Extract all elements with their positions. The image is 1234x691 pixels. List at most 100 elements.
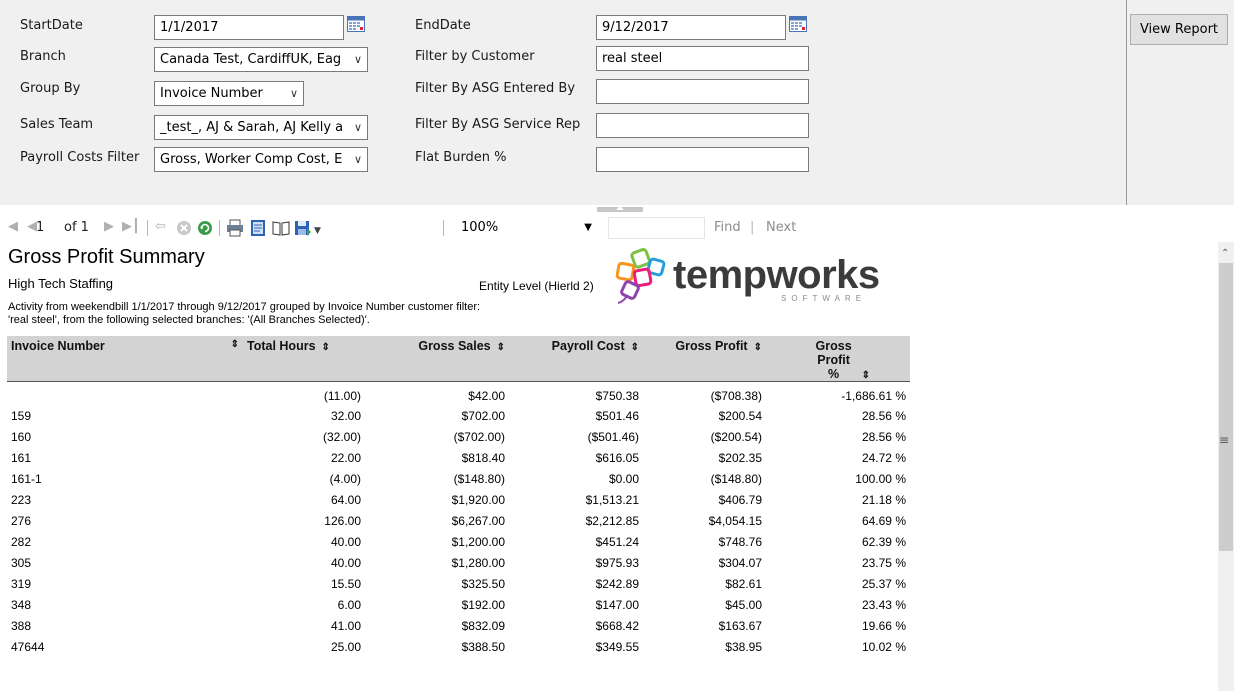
cell-gross-profit: $304.07 [718,556,762,570]
cell-gross-sales: $1,200.00 [451,535,505,549]
flat-burden-input[interactable] [596,147,809,172]
column-header-label: Gross Profit [675,339,748,353]
vertical-scrollbar[interactable]: ⌃ ≡ [1218,242,1234,691]
divider [1126,0,1127,205]
cell-invoice-number: 160 [11,430,32,444]
sort-icon[interactable]: ⇕ [231,339,239,350]
print-layout-icon[interactable] [249,219,267,237]
cell-gross-sales: $818.40 [461,451,505,465]
cell-gross-profit: ($708.38) [710,389,762,404]
cell-invoice-number: 388 [11,619,32,633]
table-row: 388 41.00 $832.09 $668.42 $163.67 19.66 % [7,616,910,637]
table-row: 305 40.00 $1,280.00 $975.93 $304.07 23.75 % [7,553,910,574]
refresh-icon[interactable] [197,220,213,236]
sort-icon[interactable]: ⇕ [322,342,330,353]
column-header-gross-sales[interactable]: Gross Sales ⇕ [365,336,509,382]
cell-payroll-cost: ($501.46) [587,430,639,444]
calendar-icon[interactable] [789,16,807,32]
table-row: 319 15.50 $325.50 $242.89 $82.61 25.37 % [7,574,910,595]
cell-invoice-number: 161-1 [11,472,42,486]
chevron-down-icon: ∨ [353,53,362,66]
filter-customer-label: Filter by Customer [415,49,535,64]
next-page-icon[interactable]: ▶ [104,217,114,237]
sales-team-select[interactable]: _test_, AJ & Sarah, AJ Kelly a ∨ [154,115,368,140]
first-page-icon[interactable]: ◀︎ [8,217,18,237]
start-date-input[interactable]: 1/1/2017 [154,15,344,40]
column-header-total-hours[interactable]: Total Hours ⇕ [243,336,365,382]
cell-gross-profit: ($148.80) [710,472,762,486]
cell-gross-profit-pct: -1,686.61 % [841,389,906,404]
find-input[interactable] [608,217,705,239]
sort-icon[interactable]: ⇕ [754,342,762,353]
scrollbar-thumb[interactable]: ≡ [1219,263,1233,551]
cell-gross-profit-pct: 23.75 % [861,556,906,570]
chevron-down-icon: ∨ [353,153,362,166]
payroll-costs-select[interactable]: Gross, Worker Comp Cost, E ∨ [154,147,368,172]
cell-invoice-number: 319 [11,577,32,591]
calendar-icon[interactable] [347,16,365,32]
find-button[interactable]: Find [714,219,741,237]
cell-total-hours: 32.00 [330,409,361,423]
page-setup-icon[interactable] [272,219,290,237]
back-icon[interactable]: ⇦ [155,217,166,237]
table-header-row: Invoice Number ⇕ Total Hours ⇕ Gross Sales… [7,336,910,382]
cell-payroll-cost: $451.24 [595,535,639,549]
cell-gross-sales: $6,267.00 [451,514,505,528]
sort-icon[interactable]: ⇕ [497,342,505,353]
cell-gross-profit: $202.35 [718,451,762,465]
export-icon[interactable] [294,219,312,237]
cell-gross-sales: $702.00 [461,409,505,423]
entity-level: Entity Level (Hierld 2) [479,279,594,293]
logo-subtitle: SOFTWARE [781,294,867,303]
cell-gross-profit-pct: 62.39 % [861,535,906,549]
end-date-input[interactable]: 9/12/2017 [596,15,786,40]
report-toolbar: ◀︎ ◀ 1 of 1 ▶ ▶┃ ⇦ ▼ 100% ▼ Find | Next [0,212,1234,242]
column-header-invoice-number[interactable]: Invoice Number ⇕ [7,336,243,382]
cell-invoice-number: 276 [11,514,32,528]
sort-icon[interactable]: ⇕ [631,342,639,353]
column-header-payroll-cost[interactable]: Payroll Cost ⇕ [509,336,643,382]
export-dropdown-icon[interactable]: ▼ [314,221,321,241]
cell-gross-profit-pct: 28.56 % [861,430,906,444]
column-header-gross-profit-pct[interactable]: Gross Profit % ⇕ [766,336,910,382]
cell-gross-profit-pct: 10.02 % [861,640,906,654]
zoom-select[interactable]: 100% ▼ [455,218,595,238]
tempworks-logo: tempworks SOFTWARE [613,246,883,308]
scroll-up-icon[interactable]: ⌃ [1221,248,1229,259]
cell-invoice-number: 47644 [11,640,45,654]
cell-invoice-number: 161 [11,451,32,465]
cell-gross-profit: $4,054.15 [708,514,762,528]
sales-team-select-value: _test_, AJ & Sarah, AJ Kelly a [160,120,344,135]
cell-gross-profit-pct: 23.43 % [861,598,906,612]
print-icon[interactable] [226,219,244,237]
table-row: 160 (32.00) ($702.00) ($501.46) ($200.54) 28.… [7,427,910,448]
table-row: 161-1 (4.00) ($148.80) $0.00 ($148.80) 100.00… [7,469,910,490]
group-by-select[interactable]: Invoice Number ∨ [154,81,304,106]
view-report-button[interactable]: View Report [1130,14,1228,45]
find-next-button[interactable]: Next [766,219,796,237]
cell-gross-profit-pct: 25.37 % [861,577,906,591]
stop-icon[interactable] [176,220,192,236]
cell-gross-profit: $38.95 [725,640,762,654]
branch-select[interactable]: Canada Test, CardiffUK, Eag ∨ [154,47,368,72]
cell-total-hours: 6.00 [337,598,361,612]
cell-payroll-cost: $0.00 [608,472,639,486]
sort-icon[interactable]: ⇕ [862,370,870,381]
table-row: (11.00) $42.00 $750.38 ($708.38) -1,686.61 % [7,382,910,406]
last-page-icon[interactable]: ▶┃ [122,217,140,237]
branch-select-value: Canada Test, CardiffUK, Eag [160,52,342,67]
cell-invoice-number: 159 [11,409,32,423]
cell-total-hours: 40.00 [330,535,361,549]
cell-invoice-number: 305 [11,556,32,570]
cell-total-hours: 126.00 [324,514,361,528]
filter-customer-input[interactable]: real steel [596,46,809,71]
cell-payroll-cost: $501.46 [595,409,639,423]
filter-asg-entered-input[interactable] [596,79,809,104]
column-header-gross-profit[interactable]: Gross Profit ⇕ [643,336,766,382]
cell-invoice-number: 348 [11,598,32,612]
company-name: High Tech Staffing [8,276,114,291]
cell-total-hours: 64.00 [330,493,361,507]
cell-gross-profit: ($200.54) [710,430,762,444]
filter-asg-rep-input[interactable] [596,113,809,138]
end-date-label: EndDate [415,18,471,33]
